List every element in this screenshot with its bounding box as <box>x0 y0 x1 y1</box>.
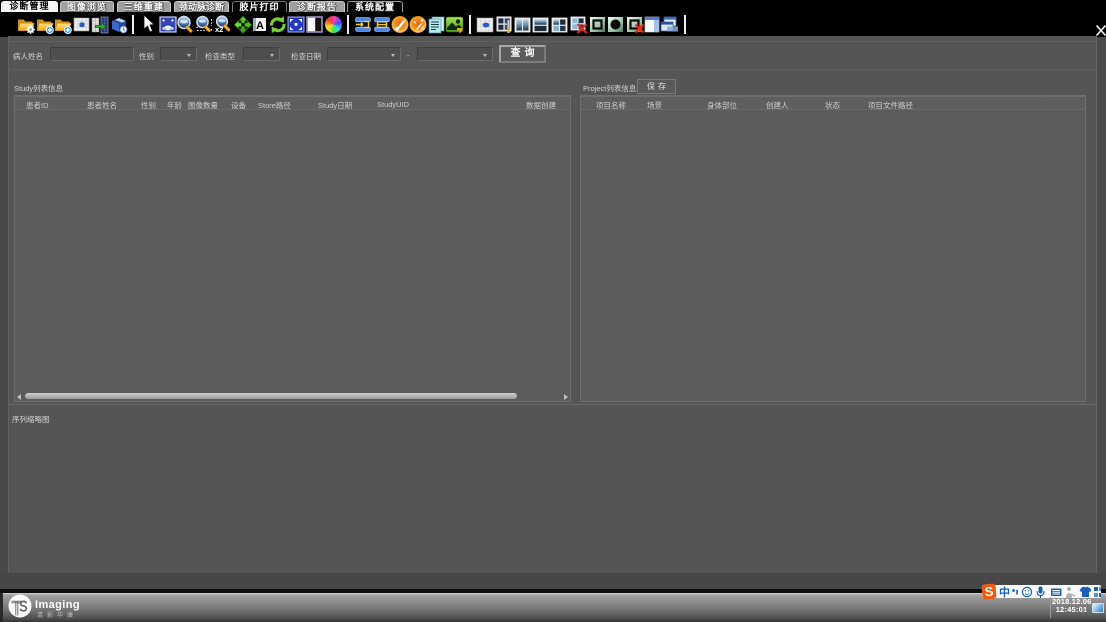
svg-text:A: A <box>256 20 264 32</box>
svg-text:x2: x2 <box>215 25 223 34</box>
svg-text:中: 中 <box>999 585 1010 599</box>
